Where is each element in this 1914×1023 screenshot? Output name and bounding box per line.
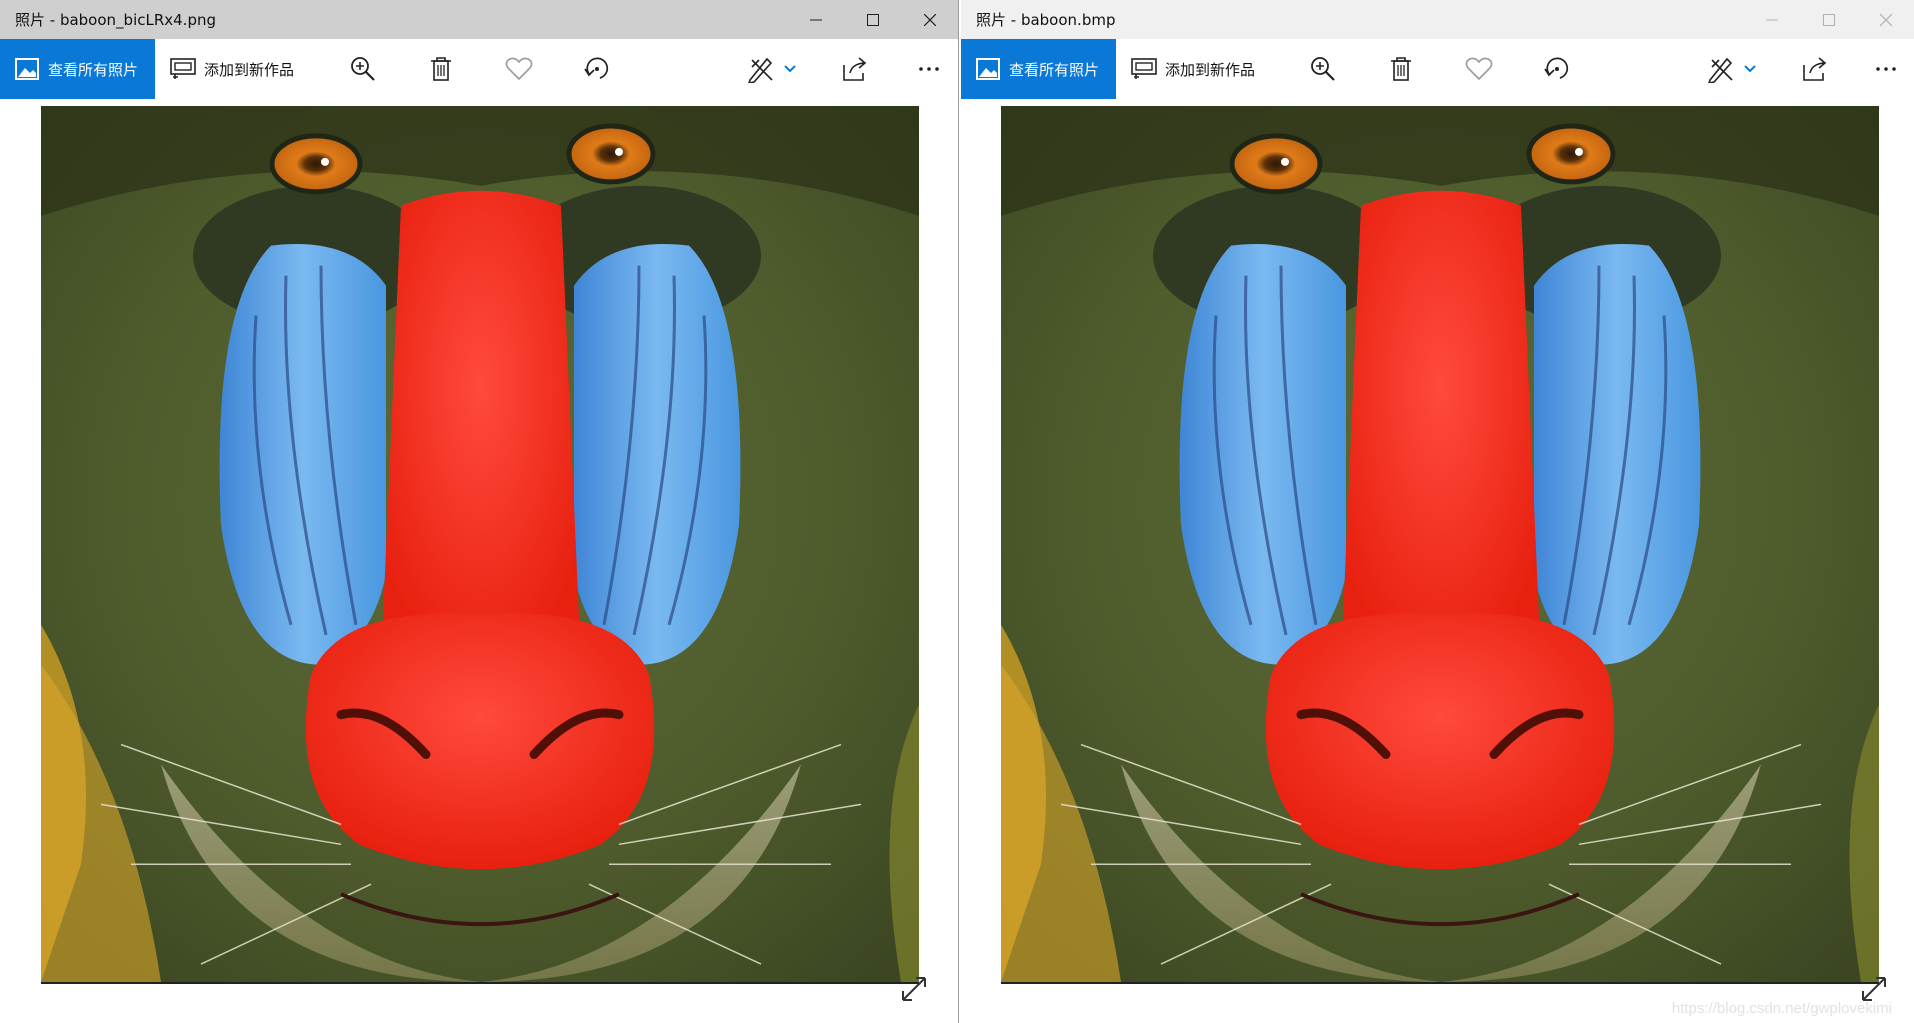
- maximize-icon: [866, 13, 879, 26]
- share-button[interactable]: [1798, 39, 1832, 99]
- more-options-button[interactable]: [912, 39, 946, 99]
- more-options-button[interactable]: [1869, 39, 1903, 99]
- delete-icon: [431, 57, 451, 81]
- share-button[interactable]: [838, 39, 872, 99]
- toolbar: 查看所有照片 添加到新作品: [0, 39, 958, 99]
- share-icon: [1803, 57, 1827, 81]
- minimize-icon: [1765, 19, 1778, 20]
- zoom-button[interactable]: [1306, 39, 1340, 99]
- delete-button[interactable]: [424, 39, 458, 99]
- add-to-creation-button[interactable]: 添加到新作品: [1116, 39, 1255, 99]
- add-to-creation-icon: [1131, 58, 1157, 80]
- baboon-photo: [1001, 106, 1879, 984]
- window-title: 照片 - baboon_bicLRx4.png: [15, 11, 216, 29]
- edit-draw-button[interactable]: [1704, 39, 1760, 99]
- more-icon: [919, 67, 939, 71]
- title-bar[interactable]: 照片 - baboon.bmp: [961, 0, 1914, 39]
- delete-button[interactable]: [1384, 39, 1418, 99]
- close-icon: [1879, 13, 1892, 26]
- title-bar[interactable]: 照片 - baboon_bicLRx4.png: [0, 0, 958, 39]
- zoom-in-icon: [1311, 57, 1335, 81]
- photo-viewer[interactable]: [0, 99, 958, 1023]
- rotate-button[interactable]: [580, 39, 614, 99]
- window-title: 照片 - baboon.bmp: [976, 11, 1116, 29]
- photos-app-icon: [15, 58, 39, 80]
- maximize-button[interactable]: [844, 0, 901, 39]
- rotate-icon: [584, 57, 609, 79]
- add-to-creation-icon: [170, 58, 196, 80]
- rotate-button[interactable]: [1540, 39, 1574, 99]
- view-all-photos-button[interactable]: 查看所有照片: [961, 39, 1116, 99]
- edit-draw-icon: [1708, 57, 1733, 83]
- baboon-photo: [41, 106, 919, 984]
- delete-icon: [1391, 57, 1411, 81]
- edit-draw-icon: [748, 57, 773, 83]
- photos-window-right: 照片 - baboon.bmp 查看所有照片 添加到新作品 https://bl…: [961, 0, 1914, 1023]
- favorite-heart-icon: [505, 57, 533, 81]
- favorite-heart-icon: [1465, 57, 1493, 81]
- zoom-in-icon: [351, 57, 375, 81]
- chevron-down-icon: [784, 65, 796, 73]
- share-icon: [843, 57, 867, 81]
- photo-viewer[interactable]: https://blog.csdn.net/gwplovekimi: [961, 99, 1914, 1023]
- close-button[interactable]: [1857, 0, 1914, 39]
- view-all-photos-label: 查看所有照片: [48, 60, 139, 79]
- close-button[interactable]: [901, 0, 958, 39]
- favorite-button[interactable]: [1462, 39, 1496, 99]
- photos-window-left: 照片 - baboon_bicLRx4.png 查看所有照片 添加到新作品: [0, 0, 959, 1023]
- expand-icon[interactable]: [1861, 976, 1887, 1002]
- watermark-text: https://blog.csdn.net/gwplovekimi: [1671, 1000, 1892, 1017]
- photos-app-icon: [976, 58, 1000, 80]
- caption-buttons: [787, 0, 958, 39]
- rotate-icon: [1544, 57, 1569, 79]
- minimize-button[interactable]: [1743, 0, 1800, 39]
- view-all-photos-label: 查看所有照片: [1009, 60, 1100, 79]
- expand-icon[interactable]: [901, 976, 927, 1002]
- toolbar: 查看所有照片 添加到新作品: [961, 39, 1914, 99]
- caption-buttons: [1743, 0, 1914, 39]
- maximize-icon: [1822, 13, 1835, 26]
- add-to-creation-label: 添加到新作品: [1165, 60, 1256, 79]
- chevron-down-icon: [1744, 65, 1756, 73]
- more-icon: [1876, 67, 1896, 71]
- close-icon: [923, 13, 936, 26]
- add-to-creation-label: 添加到新作品: [204, 60, 295, 79]
- view-all-photos-button[interactable]: 查看所有照片: [0, 39, 155, 99]
- minimize-button[interactable]: [787, 0, 844, 39]
- favorite-button[interactable]: [502, 39, 536, 99]
- edit-draw-button[interactable]: [744, 39, 800, 99]
- zoom-button[interactable]: [346, 39, 380, 99]
- maximize-button[interactable]: [1800, 0, 1857, 39]
- minimize-icon: [809, 19, 822, 20]
- add-to-creation-button[interactable]: 添加到新作品: [155, 39, 294, 99]
